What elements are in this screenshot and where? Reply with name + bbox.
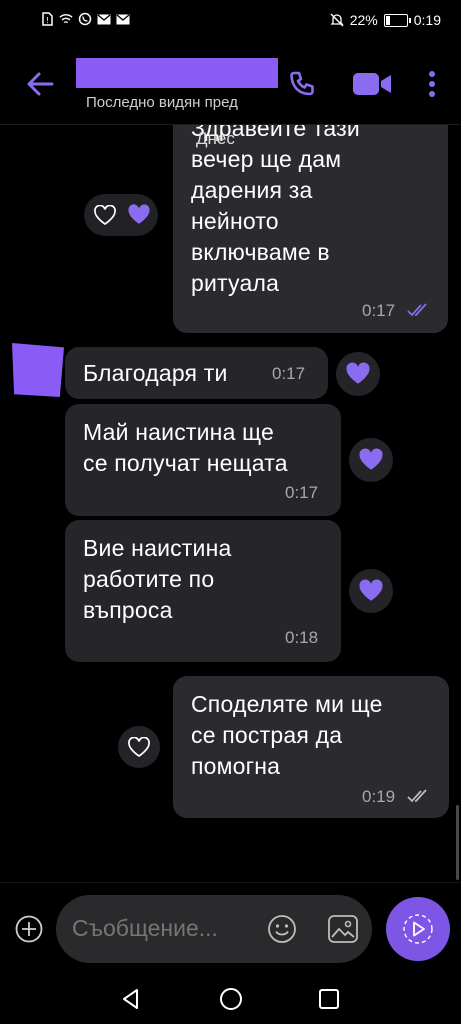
message-line: Вие наистина	[83, 535, 232, 561]
heart-outline-icon	[128, 736, 150, 757]
message-bubble-incoming[interactable]: Благодаря ти 0:17	[65, 347, 328, 399]
arrow-left-icon	[27, 72, 54, 96]
more-vertical-icon	[429, 71, 435, 97]
message-time: 0:17	[285, 483, 319, 502]
gallery-icon[interactable]	[326, 913, 360, 945]
chat-header: Последно видян пред	[0, 44, 461, 125]
phone-icon	[290, 71, 314, 96]
nav-recents-icon[interactable]	[316, 986, 342, 1012]
heart-icon	[128, 204, 150, 224]
notification-icons: !	[40, 12, 130, 26]
wifi-icon	[59, 12, 73, 26]
more-options-button[interactable]	[420, 64, 444, 104]
battery-icon	[383, 13, 411, 27]
message-bubble-outgoing[interactable]: Здравейте тази вечер ще дам дарения за н…	[173, 125, 448, 333]
message-line: Споделяте ми ще	[191, 691, 383, 717]
read-ticks-icon	[407, 303, 427, 317]
mail-icon	[97, 12, 111, 26]
status-bar: ! 22% 0:19	[0, 0, 461, 44]
send-icon	[403, 914, 433, 944]
message-list[interactable]: Здравейте тази вечер ще дам дарения за н…	[0, 125, 461, 882]
like-button[interactable]	[118, 726, 160, 768]
nav-home-icon[interactable]	[218, 986, 244, 1012]
nav-back-icon[interactable]	[118, 986, 144, 1012]
message-line: Благодаря ти	[83, 360, 228, 386]
viber-icon	[78, 12, 92, 26]
scrollbar-thumb[interactable]	[456, 805, 459, 880]
message-line: се пострая да	[191, 722, 343, 748]
heart-icon	[359, 579, 383, 601]
back-button[interactable]	[24, 66, 56, 102]
message-time: 0:18	[285, 628, 319, 647]
message-input-container[interactable]	[56, 895, 372, 963]
reaction-chip[interactable]	[84, 194, 158, 236]
message-text: Благодаря ти	[83, 358, 228, 389]
date-separator: Днес	[196, 129, 235, 148]
last-seen-status: Последно видян пред	[86, 94, 238, 111]
call-button[interactable]	[284, 64, 320, 104]
message-text: Вие наистина работите по въпроса	[83, 533, 232, 626]
message-time: 0:19	[362, 787, 396, 806]
message-bubble-incoming[interactable]: Май наистина ще се получат нещата 0:17	[65, 404, 341, 516]
like-button[interactable]	[349, 438, 393, 482]
message-input[interactable]	[72, 915, 252, 942]
message-text: Здравейте тази вечер ще дам дарения за н…	[191, 125, 360, 299]
message-bubble-outgoing[interactable]: Споделяте ми ще се пострая да помогна 0:…	[173, 676, 449, 818]
video-camera-icon	[353, 73, 391, 95]
message-line: Май наистина ще	[83, 419, 275, 445]
like-button[interactable]	[336, 352, 380, 396]
message-line: се получат нещата	[83, 450, 288, 476]
message-composer	[0, 882, 461, 975]
heart-icon	[346, 362, 370, 384]
heart-outline-icon	[94, 205, 116, 226]
message-time: 0:17	[272, 364, 306, 383]
contact-avatar[interactable]	[12, 343, 64, 397]
contact-name-redacted[interactable]	[76, 58, 278, 88]
message-line: помогна	[191, 753, 281, 779]
plus-circle-icon[interactable]	[14, 914, 44, 944]
send-button[interactable]	[386, 897, 450, 961]
smiley-icon[interactable]	[266, 913, 298, 945]
system-status: 22% 0:19	[330, 12, 441, 28]
message-line: ритуала	[191, 270, 280, 296]
message-line: нейното	[191, 208, 279, 234]
message-line: включваме в	[191, 239, 330, 265]
battery-percent: 22%	[349, 12, 378, 28]
sim-alert-icon: !	[40, 12, 54, 26]
bell-off-icon	[330, 13, 344, 27]
system-navigation-bar	[0, 974, 461, 1024]
video-call-button[interactable]	[350, 64, 394, 104]
message-bubble-incoming[interactable]: Вие наистина работите по въпроса 0:18	[65, 520, 341, 662]
delivered-ticks-icon	[407, 789, 427, 803]
message-line: въпроса	[83, 597, 173, 623]
battery-fill	[385, 15, 390, 25]
svg-text:!: !	[46, 16, 49, 25]
message-line: работите по	[83, 566, 215, 592]
heart-icon	[359, 448, 383, 470]
message-line: дарения за	[191, 177, 313, 203]
message-text: Споделяте ми ще се пострая да помогна	[191, 689, 383, 782]
message-time: 0:17	[362, 301, 396, 320]
like-button[interactable]	[349, 569, 393, 613]
message-text: Май наистина ще се получат нещата	[83, 417, 288, 479]
mail-icon	[116, 12, 130, 26]
clock: 0:19	[413, 12, 441, 28]
